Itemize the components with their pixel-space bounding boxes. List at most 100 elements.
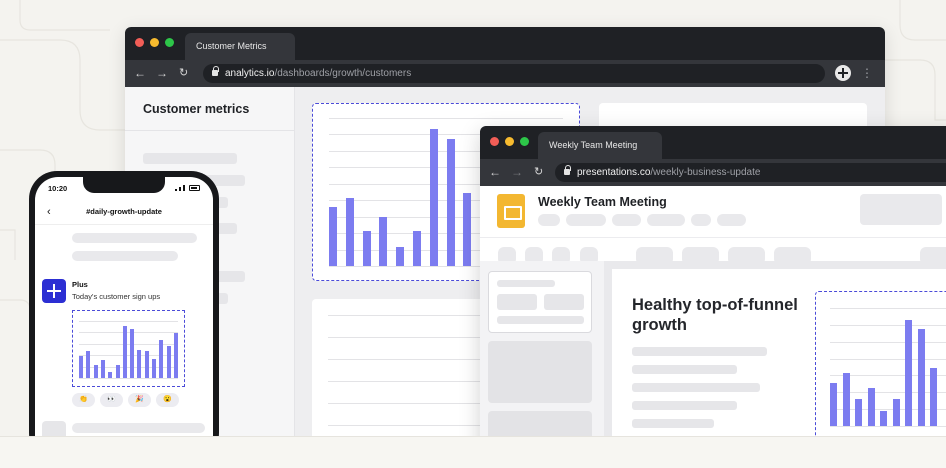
presentation-header: Weekly Team Meeting [480, 186, 946, 238]
document-title[interactable]: Weekly Team Meeting [538, 195, 667, 209]
chart-bar [152, 358, 156, 378]
chart-bar [345, 197, 354, 266]
message-sender[interactable]: Plus [72, 280, 88, 289]
chart-bar [100, 359, 105, 378]
slide-thumbnail[interactable] [488, 271, 592, 333]
message-placeholder [72, 423, 205, 433]
maximize-window-button[interactable] [520, 137, 529, 146]
sidebar-placeholder [143, 153, 237, 164]
forward-arrow-icon[interactable]: → [156, 60, 168, 87]
chart-bar [917, 328, 925, 426]
url-host: analytics.io [225, 68, 275, 79]
chart-bar [86, 350, 91, 378]
chart-gridline [830, 308, 946, 309]
maximize-window-button[interactable] [165, 38, 174, 47]
chart-bar [892, 399, 900, 426]
slide-heading[interactable]: Healthy top-of-funnel growth [632, 295, 802, 335]
message-text: Today's customer sign ups [72, 292, 161, 301]
phone-screen: 10:20 ‹ #daily-growth-update Plus Today'… [35, 177, 213, 461]
browser-tab[interactable]: Customer Metrics [185, 33, 295, 60]
minimize-window-button[interactable] [505, 137, 514, 146]
slide-text-placeholder [632, 347, 767, 356]
chart-gridline [830, 324, 946, 326]
more-menu-icon[interactable]: ⋮ [861, 60, 873, 87]
reaction-surprised[interactable]: 😮 [156, 393, 179, 407]
chart-bar [446, 139, 455, 266]
thumb-line [497, 316, 584, 324]
chart-gridline [329, 118, 563, 119]
menu-item[interactable] [717, 214, 746, 226]
url-bar: ← → ↻ presentations.co/weekly-business-u… [480, 159, 946, 186]
chart-bar [463, 192, 472, 266]
chart-bar [429, 129, 438, 266]
chart-gridline [830, 426, 946, 427]
signups-bar-chart[interactable] [72, 310, 185, 387]
menu-item[interactable] [538, 214, 560, 226]
forward-arrow-icon[interactable]: → [511, 159, 523, 186]
chart-gridline [830, 358, 946, 360]
chart-bar [905, 320, 912, 426]
chart-bar [130, 329, 135, 378]
slide-text-placeholder [632, 419, 714, 428]
thumb-block [497, 294, 537, 310]
chart-gridline [79, 321, 178, 322]
close-window-button[interactable] [490, 137, 499, 146]
slides-area: Healthy top-of-funnel growth [480, 261, 946, 456]
page-bottom-band [0, 436, 946, 468]
minimize-window-button[interactable] [150, 38, 159, 47]
menu-item[interactable] [691, 214, 711, 226]
slide-bar-chart[interactable] [815, 291, 946, 441]
url-path: /weekly-business-update [650, 167, 761, 178]
address-field[interactable]: analytics.io/dashboards/growth/customers [203, 64, 825, 83]
chart-gridline [79, 332, 178, 334]
title-bar: Customer Metrics [125, 27, 885, 60]
reload-icon[interactable]: ↻ [534, 159, 543, 186]
slide-thumbnail[interactable] [488, 341, 592, 403]
chart-bar [413, 231, 421, 266]
share-button[interactable] [860, 194, 942, 225]
close-window-button[interactable] [135, 38, 144, 47]
back-chevron-icon[interactable]: ‹ [47, 203, 51, 221]
reaction-clap[interactable]: 👏 [72, 393, 95, 407]
extension-icon[interactable] [835, 65, 851, 81]
mobile-phone: 10:20 ‹ #daily-growth-update Plus Today'… [29, 171, 219, 461]
reload-icon[interactable]: ↻ [179, 60, 188, 87]
reaction-eyes[interactable]: 👀 [100, 393, 123, 407]
back-arrow-icon[interactable]: ← [489, 159, 501, 186]
chart-bar [855, 399, 862, 426]
title-bar: Weekly Team Meeting [480, 126, 946, 159]
channel-name[interactable]: #daily-growth-update [86, 207, 162, 216]
reaction-party[interactable]: 🎉 [128, 393, 151, 407]
thumb-block [544, 294, 584, 310]
chart-bar [115, 364, 120, 378]
status-time: 10:20 [48, 184, 68, 193]
signal-battery-icon [175, 185, 200, 191]
chart-bar [122, 326, 127, 378]
presentation-browser-window: Weekly Team Meeting ← → ↻ presentations.… [480, 126, 946, 456]
chart-gridline [830, 341, 946, 343]
address-field[interactable]: presentations.co/weekly-business-update [555, 163, 946, 182]
menu-item[interactable] [647, 214, 685, 226]
chart-bar [166, 346, 171, 378]
menu-item[interactable] [566, 214, 606, 226]
chart-bar [362, 231, 371, 266]
chart-bar [379, 217, 388, 266]
chart-bar [842, 372, 850, 426]
chart-bar [830, 382, 837, 426]
plus-app-icon [42, 279, 66, 303]
slide-text-placeholder [632, 365, 737, 374]
url-path: /dashboards/growth/customers [274, 68, 412, 79]
current-slide[interactable]: Healthy top-of-funnel growth [612, 269, 946, 456]
message-placeholder [72, 251, 178, 261]
url-bar: ← → ↻ analytics.io/dashboards/growth/cus… [125, 60, 885, 87]
browser-tab[interactable]: Weekly Team Meeting [538, 132, 662, 159]
message-placeholder [72, 233, 197, 243]
slides-logo-icon [497, 194, 525, 228]
back-arrow-icon[interactable]: ← [134, 60, 146, 87]
url-host: presentations.co [577, 167, 651, 178]
menu-item[interactable] [612, 214, 641, 226]
chart-bar [137, 349, 142, 378]
chart-bar [930, 367, 937, 426]
chart-bar [93, 364, 98, 378]
chart-bar [329, 206, 337, 266]
